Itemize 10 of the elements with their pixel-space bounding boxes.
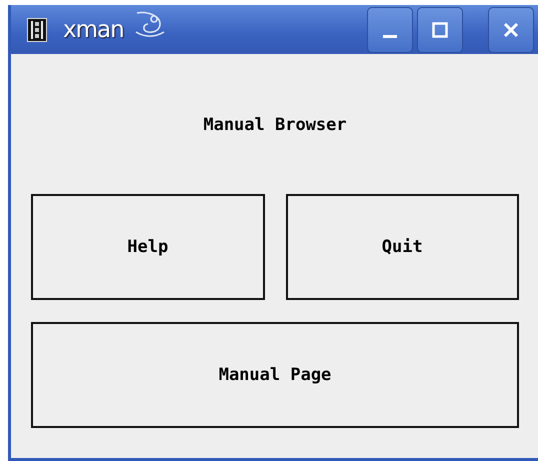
minimize-icon (383, 35, 397, 38)
command-button[interactable]: Quit (286, 194, 519, 300)
app-label: Manual Browser (202, 114, 348, 137)
maximize-button[interactable] (417, 6, 463, 52)
command-button[interactable]: Help (31, 194, 264, 300)
window-title: xman (63, 16, 124, 42)
maximize-icon (430, 20, 450, 40)
command-button[interactable]: Manual Page (31, 322, 519, 428)
close-button[interactable] (488, 6, 534, 52)
film-strip-icon (27, 18, 47, 42)
